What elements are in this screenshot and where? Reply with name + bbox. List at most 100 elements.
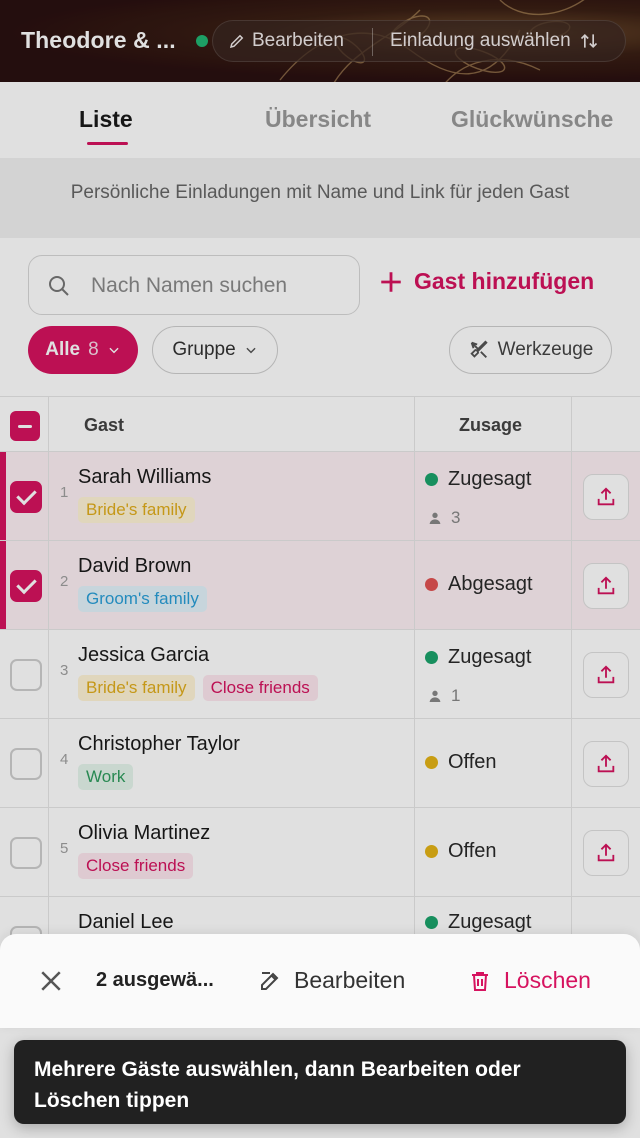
bulk-edit-button[interactable]: Bearbeiten xyxy=(258,967,405,994)
tag-grooms-family: Groom's family xyxy=(78,586,207,612)
row-checkbox[interactable] xyxy=(10,837,42,869)
table-row[interactable]: 3 Jessica Garcia Bride's family Close fr… xyxy=(0,630,640,719)
invitation-select-label: Einladung auswählen xyxy=(390,30,571,51)
status-dot-declined xyxy=(425,578,438,591)
tools-icon xyxy=(469,340,488,358)
row-checkbox[interactable] xyxy=(10,748,42,780)
chevron-down-icon xyxy=(246,347,256,354)
search-icon xyxy=(49,276,69,296)
chevron-down-icon xyxy=(109,347,119,354)
tab-bar: Liste Übersicht Glückwünsche xyxy=(0,82,640,158)
tab-congratulations[interactable]: Glückwünsche xyxy=(451,106,613,133)
guest-name: Christopher Taylor xyxy=(78,733,240,755)
row-index: 1 xyxy=(60,484,69,501)
guest-tags: Bride's family Close friends xyxy=(78,675,318,701)
hint-toast: Mehrere Gäste auswählen, dann Bearbeiten… xyxy=(14,1040,626,1124)
column-header-rsvp: Zusage xyxy=(459,415,523,435)
sort-arrows-icon xyxy=(580,33,597,49)
tab-list[interactable]: Liste xyxy=(79,106,133,133)
active-tab-indicator xyxy=(87,142,128,145)
guest-tags: Close friends xyxy=(78,853,194,879)
info-text: Persönliche Einladungen mit Name und Lin… xyxy=(70,182,570,203)
row-index: 2 xyxy=(60,573,69,590)
share-icon xyxy=(597,576,615,595)
tag-close-friends: Close friends xyxy=(202,675,318,701)
person-count: 3 xyxy=(427,508,460,528)
rsvp-status-label: Zugesagt xyxy=(448,646,532,668)
toast-text: Mehrere Gäste auswählen, dann Bearbeiten… xyxy=(34,1058,521,1112)
guest-tags: Work xyxy=(78,764,134,790)
guest-tags: Groom's family xyxy=(78,586,207,612)
table-row[interactable]: 4 Christopher Taylor Work Offen xyxy=(0,719,640,808)
guest-tags: Bride's family xyxy=(78,497,195,523)
edit-icon xyxy=(261,971,279,990)
column-divider xyxy=(571,396,572,986)
rsvp-status-label: Zugesagt xyxy=(448,911,532,933)
filter-group-chip[interactable]: Gruppe xyxy=(152,326,278,374)
person-count: 1 xyxy=(427,686,460,706)
column-header-guest: Gast xyxy=(84,415,125,435)
header-edit-label: Bearbeiten xyxy=(252,30,344,51)
trash-icon xyxy=(472,971,488,991)
row-checkbox[interactable] xyxy=(10,659,42,691)
table-row[interactable]: 1 Sarah Williams Bride's family Zugesagt… xyxy=(0,452,640,541)
share-button[interactable] xyxy=(583,741,629,787)
guest-name: Jessica Garcia xyxy=(78,644,210,666)
rsvp-status-label: Abgesagt xyxy=(448,573,533,595)
status-dot-open xyxy=(425,845,438,858)
filter-all-count: 8 xyxy=(88,339,99,360)
column-divider xyxy=(414,396,415,986)
rsvp-status-label: Offen xyxy=(448,840,497,862)
guest-name: David Brown xyxy=(78,555,192,577)
tab-overview[interactable]: Übersicht xyxy=(265,106,371,133)
tag-close-friends: Close friends xyxy=(78,853,194,879)
rsvp-status: Offen xyxy=(425,840,497,863)
status-dot-accepted xyxy=(425,916,438,929)
guest-name: Olivia Martinez xyxy=(78,822,211,844)
share-icon xyxy=(597,754,615,773)
plus-icon xyxy=(381,271,401,292)
bulk-delete-button[interactable]: Löschen xyxy=(468,967,591,994)
select-all-checkbox[interactable] xyxy=(10,411,40,441)
share-button[interactable] xyxy=(583,474,629,520)
search-box[interactable] xyxy=(28,255,360,315)
person-count-value: 3 xyxy=(451,508,461,527)
add-guest-label: Gast hinzufügen xyxy=(414,268,595,294)
tools-label: Werkzeuge xyxy=(497,339,594,360)
row-index: 4 xyxy=(60,751,69,768)
status-dot-accepted xyxy=(425,651,438,664)
search-input[interactable] xyxy=(91,270,351,302)
header-edit-button[interactable]: Bearbeiten xyxy=(228,30,344,52)
share-button[interactable] xyxy=(583,830,629,876)
share-button[interactable] xyxy=(583,652,629,698)
share-button[interactable] xyxy=(583,563,629,609)
guest-name: Daniel Lee xyxy=(78,911,174,933)
selection-indicator xyxy=(0,541,6,629)
guest-name: Sarah Williams xyxy=(78,466,212,488)
rsvp-status: Zugesagt xyxy=(425,911,531,934)
filter-group-label: Gruppe xyxy=(172,339,236,360)
rsvp-status: Offen xyxy=(425,751,497,774)
column-divider xyxy=(48,396,49,986)
add-guest-button[interactable]: Gast hinzufügen xyxy=(378,268,594,295)
tools-button[interactable]: Werkzeuge xyxy=(449,326,612,374)
row-checkbox[interactable] xyxy=(10,570,42,602)
info-banner: Persönliche Einladungen mit Name und Lin… xyxy=(0,158,640,238)
filter-all-chip[interactable]: Alle 8 xyxy=(28,326,138,374)
close-icon[interactable] xyxy=(36,966,66,996)
person-icon xyxy=(429,690,441,702)
selection-indicator xyxy=(0,452,6,540)
share-icon xyxy=(597,487,615,506)
divider xyxy=(372,28,373,56)
person-count-value: 1 xyxy=(451,686,461,705)
selection-action-bar: 2 ausgewä... Bearbeiten Löschen xyxy=(0,934,640,1028)
rsvp-status-label: Offen xyxy=(448,751,497,773)
couple-name[interactable]: Theodore & ... xyxy=(21,27,176,54)
row-checkbox[interactable] xyxy=(10,481,42,513)
rsvp-status: Zugesagt xyxy=(425,646,531,669)
invitation-select-button[interactable]: Einladung auswählen xyxy=(390,30,599,52)
table-row[interactable]: 2 David Brown Groom's family Abgesagt xyxy=(0,541,640,630)
tag-brides-family: Bride's family xyxy=(78,497,195,523)
table-row[interactable]: 5 Olivia Martinez Close friends Offen xyxy=(0,808,640,897)
selected-count: 2 ausgewä... xyxy=(96,969,214,991)
